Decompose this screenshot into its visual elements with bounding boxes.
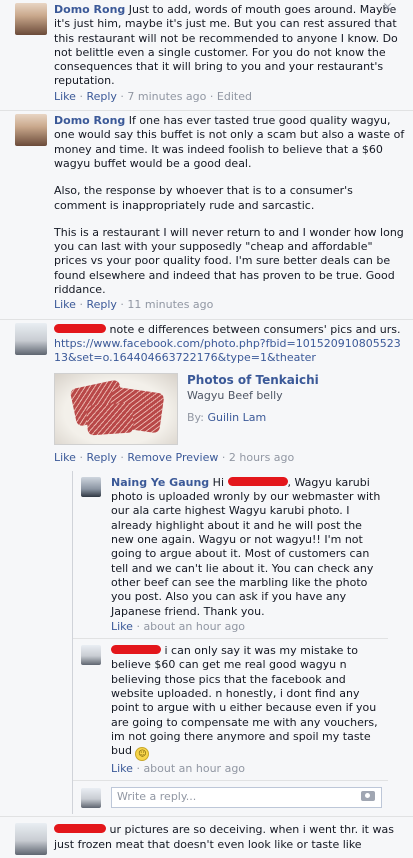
photo-link[interactable]: https://www.facebook.com/photo.php?fbid=… xyxy=(54,337,401,364)
reply-text: i can only say it was my mistake to beli… xyxy=(111,644,378,758)
like-link[interactable]: Like xyxy=(111,762,133,775)
timestamp[interactable]: about an hour ago xyxy=(143,620,245,633)
comment-body: Domo Rong Just to add, words of mouth go… xyxy=(54,3,405,89)
preview-thumbnail[interactable] xyxy=(54,372,178,445)
redacted-name xyxy=(227,476,288,486)
separator: · xyxy=(209,89,214,103)
comment-paragraph: This is a restaurant I will never return… xyxy=(54,225,404,297)
timestamp[interactable]: 2 hours ago xyxy=(229,451,294,464)
comment-paragraph: Also, the response by whoever that is to… xyxy=(54,184,353,212)
avatar[interactable] xyxy=(15,114,47,147)
avatar xyxy=(81,788,101,809)
comment-author[interactable]: Domo Rong xyxy=(54,114,125,127)
separator: · xyxy=(120,450,124,464)
avatar[interactable] xyxy=(15,3,47,35)
remove-preview-link[interactable]: Remove Preview xyxy=(127,451,218,464)
comment: × Domo Rong Just to add, words of mouth … xyxy=(0,0,413,110)
like-link[interactable]: Like xyxy=(54,451,76,464)
separator: · xyxy=(79,298,83,312)
like-link[interactable]: Like xyxy=(54,90,76,103)
separator: · xyxy=(120,89,124,103)
reply-actions: Like · about an hour ago xyxy=(111,620,382,634)
redacted-name xyxy=(54,323,106,333)
byline-label: By: xyxy=(187,410,204,424)
preview-subtitle: Wagyu Beef belly xyxy=(187,388,283,402)
camera-icon[interactable] xyxy=(361,791,375,802)
timestamp[interactable]: 7 minutes ago xyxy=(127,90,206,103)
avatar[interactable] xyxy=(81,645,101,666)
reply-list: Naing Ye Gaung Hi , Wagyu karubi photo i… xyxy=(72,470,388,815)
comment: note e differences between consumers' pi… xyxy=(0,318,413,817)
preview-byline: By: Guilin Lam xyxy=(187,411,266,425)
reply-text: , Wagyu karubi photo is uploaded wronly … xyxy=(111,475,381,618)
reply: Naing Ye Gaung Hi , Wagyu karubi photo i… xyxy=(73,471,388,640)
reply-input[interactable]: Write a reply... xyxy=(111,787,382,809)
reply-actions: Like · about an hour ago xyxy=(111,762,382,776)
smiley-icon: ☺ xyxy=(135,747,150,762)
timestamp[interactable]: about an hour ago xyxy=(143,762,245,775)
reply-link[interactable]: Reply xyxy=(86,298,116,311)
reply-placeholder: Write a reply... xyxy=(117,790,197,804)
redacted-name xyxy=(111,645,161,655)
comment-author[interactable]: Domo Rong xyxy=(54,3,125,16)
reply-link[interactable]: Reply xyxy=(86,90,116,103)
close-icon[interactable]: × xyxy=(382,0,393,15)
avatar[interactable] xyxy=(15,322,47,355)
comment-body: note e differences between consumers' pi… xyxy=(54,323,405,366)
link-preview[interactable]: Photos of Tenkaichi Wagyu Beef belly By:… xyxy=(54,372,405,445)
comment-actions: Like · Reply · Remove Preview · 2 hours … xyxy=(54,451,405,465)
separator: · xyxy=(136,619,140,633)
comment-actions: Like · Reply · 11 minutes ago xyxy=(54,298,405,312)
separator: · xyxy=(79,89,83,103)
comment-body: ur pictures are so deceiving. when i wen… xyxy=(54,823,405,852)
comment-thread: × Domo Rong Just to add, words of mouth … xyxy=(0,0,413,856)
reply-author[interactable]: Naing Ye Gaung xyxy=(111,476,209,489)
reply-body: i can only say it was my mistake to beli… xyxy=(111,644,382,762)
edited-label[interactable]: Edited xyxy=(217,90,252,103)
separator: · xyxy=(221,450,226,464)
redacted-name xyxy=(54,824,106,834)
like-link[interactable]: Like xyxy=(111,620,133,633)
byline-author[interactable]: Guilin Lam xyxy=(207,411,266,424)
preview-title[interactable]: Photos of Tenkaichi xyxy=(187,373,319,387)
avatar[interactable] xyxy=(15,823,47,856)
separator: · xyxy=(136,762,140,776)
separator: · xyxy=(120,298,124,312)
comment-text: note e differences between consumers' pi… xyxy=(109,322,401,336)
timestamp[interactable]: 11 minutes ago xyxy=(127,298,213,311)
comment: ur pictures are so deceiving. when i wen… xyxy=(0,816,413,858)
comment-actions: Like · Reply · 7 minutes ago · Edited xyxy=(54,90,405,104)
comment: Domo Rong If one has ever tasted true go… xyxy=(0,110,413,319)
reply-composer: Write a reply... xyxy=(73,781,388,814)
reply-greeting: Hi xyxy=(212,475,224,489)
comment-body: Domo Rong If one has ever tasted true go… xyxy=(54,114,405,297)
reply-link[interactable]: Reply xyxy=(86,451,116,464)
reply: i can only say it was my mistake to beli… xyxy=(73,639,388,782)
separator: · xyxy=(79,450,83,464)
reply-body: Naing Ye Gaung Hi , Wagyu karubi photo i… xyxy=(111,476,382,619)
avatar[interactable] xyxy=(81,476,101,497)
like-link[interactable]: Like xyxy=(54,298,76,311)
